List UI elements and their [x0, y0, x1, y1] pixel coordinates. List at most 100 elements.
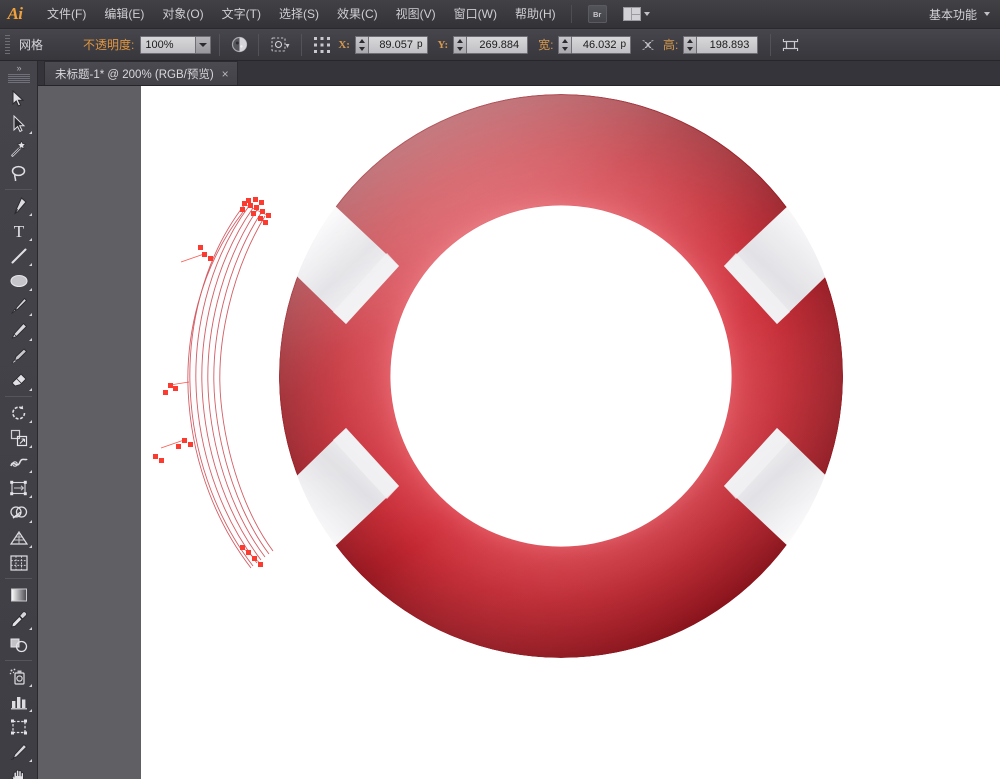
- y-value: 269.884: [479, 38, 520, 51]
- menu-item-edit[interactable]: 编辑(E): [95, 3, 153, 26]
- tools-panel-grip[interactable]: [7, 74, 30, 84]
- menu-item-help[interactable]: 帮助(H): [506, 3, 565, 26]
- tools-panel: » T: [0, 61, 38, 779]
- tool-flyout-indicator[interactable]: [28, 288, 32, 291]
- tool-flyout-indicator[interactable]: [28, 709, 32, 712]
- paintbrush-tool[interactable]: [4, 293, 34, 318]
- align-icon[interactable]: [779, 34, 801, 56]
- arrange-documents-button[interactable]: [622, 7, 650, 21]
- height-stepper[interactable]: [683, 35, 697, 54]
- chevron-down-icon: [643, 12, 650, 16]
- control-divider: [301, 33, 303, 56]
- x-stepper[interactable]: [354, 35, 368, 54]
- height-label: 高:: [663, 38, 679, 52]
- hand-tool[interactable]: [4, 764, 34, 779]
- width-warp-tool[interactable]: [4, 450, 34, 475]
- type-tool[interactable]: T: [4, 218, 34, 243]
- tool-flyout-indicator[interactable]: [28, 313, 32, 316]
- eyedropper-tool[interactable]: [4, 607, 34, 632]
- pencil-tool[interactable]: [4, 318, 34, 343]
- free-transform-tool[interactable]: [4, 475, 34, 500]
- y-label: Y:: [437, 38, 449, 51]
- selection-tool[interactable]: [4, 86, 34, 111]
- control-bar: 网格 不透明度: 100% X: 89.057 p Y: 269.884 宽: …: [0, 29, 1000, 61]
- lasso-tool[interactable]: [4, 161, 34, 186]
- opacity-label[interactable]: 不透明度:: [83, 36, 134, 53]
- column-graph-tool[interactable]: [4, 689, 34, 714]
- magic-wand-tool[interactable]: [4, 136, 34, 161]
- app-logo-icon: Ai: [7, 4, 23, 23]
- tool-flyout-indicator[interactable]: [28, 545, 32, 548]
- menu-item-select[interactable]: 选择(S): [270, 3, 328, 26]
- close-icon[interactable]: ×: [222, 68, 229, 80]
- recolor-artwork-icon[interactable]: [267, 34, 293, 56]
- control-bar-grip[interactable]: [4, 34, 11, 55]
- menu-items: 文件(F) 编辑(E) 对象(O) 文字(T) 选择(S) 效果(C) 视图(V…: [38, 3, 565, 26]
- selection-type-label: 网格: [19, 38, 44, 52]
- tool-flyout-indicator[interactable]: [28, 520, 32, 523]
- y-stepper[interactable]: [453, 35, 467, 54]
- tool-divider: [5, 396, 32, 397]
- arrange-documents-icon: [622, 7, 641, 21]
- tool-flyout-indicator[interactable]: [28, 627, 32, 630]
- menu-item-file[interactable]: 文件(F): [38, 3, 95, 26]
- opacity-swatch-icon[interactable]: [228, 34, 250, 56]
- canvas-area[interactable]: [38, 86, 1000, 779]
- tool-flyout-indicator[interactable]: [28, 495, 32, 498]
- tool-flyout-indicator[interactable]: [28, 684, 32, 687]
- workspace-switcher[interactable]: 基本功能: [929, 6, 1000, 23]
- height-input[interactable]: 198.893: [683, 35, 759, 54]
- tool-flyout-indicator[interactable]: [28, 420, 32, 423]
- opacity-dropdown-icon[interactable]: [195, 36, 211, 53]
- width-value: 46.032: [582, 38, 617, 51]
- scale-tool[interactable]: [4, 425, 34, 450]
- ellipse-tool[interactable]: [4, 268, 34, 293]
- rotate-tool[interactable]: [4, 400, 34, 425]
- x-input[interactable]: 89.057 p: [354, 35, 428, 54]
- menu-item-window[interactable]: 窗口(W): [445, 3, 506, 26]
- collapse-panel-icon[interactable]: »: [0, 61, 37, 74]
- tool-flyout-indicator[interactable]: [28, 131, 32, 134]
- x-unit: p: [416, 39, 423, 50]
- artboard-tool[interactable]: [4, 714, 34, 739]
- tool-flyout-indicator[interactable]: [28, 445, 32, 448]
- tool-flyout-indicator[interactable]: [28, 759, 32, 762]
- gradient-tool[interactable]: [4, 582, 34, 607]
- slice-tool[interactable]: [4, 739, 34, 764]
- tool-flyout-indicator[interactable]: [28, 470, 32, 473]
- life-ring-lifebuoy[interactable]: [141, 86, 1000, 779]
- tool-flyout-indicator[interactable]: [28, 263, 32, 266]
- menu-item-effect[interactable]: 效果(C): [328, 3, 387, 26]
- menu-item-view[interactable]: 视图(V): [387, 3, 445, 26]
- menu-item-object[interactable]: 对象(O): [153, 3, 212, 26]
- width-stepper[interactable]: [558, 35, 572, 54]
- shape-builder-tool[interactable]: [4, 500, 34, 525]
- y-input[interactable]: 269.884: [453, 35, 529, 54]
- blob-brush-tool[interactable]: [4, 343, 34, 368]
- eraser-tool[interactable]: [4, 368, 34, 393]
- tool-flyout-indicator[interactable]: [28, 213, 32, 216]
- transform-icon[interactable]: [310, 34, 334, 56]
- line-segment-tool[interactable]: [4, 243, 34, 268]
- control-divider: [770, 33, 772, 56]
- pen-tool[interactable]: [4, 193, 34, 218]
- chevron-down-icon: [984, 12, 990, 16]
- mesh-tool[interactable]: [4, 550, 34, 575]
- opacity-input[interactable]: 100%: [140, 35, 212, 54]
- tool-flyout-indicator[interactable]: [28, 338, 32, 341]
- document-tab-title: 未标题-1* @ 200% (RGB/预览): [55, 68, 214, 81]
- tool-flyout-indicator[interactable]: [28, 388, 32, 391]
- perspective-grid-tool[interactable]: [4, 525, 34, 550]
- blend-tool[interactable]: [4, 632, 34, 657]
- menu-divider: [570, 5, 572, 23]
- artboard[interactable]: [141, 86, 1000, 779]
- direct-selection-tool[interactable]: [4, 111, 34, 136]
- symbol-sprayer-tool[interactable]: [4, 664, 34, 689]
- link-proportions-icon[interactable]: [637, 34, 659, 56]
- tool-flyout-indicator[interactable]: [28, 238, 32, 241]
- svg-text:T: T: [13, 222, 24, 240]
- menu-item-type[interactable]: 文字(T): [213, 3, 270, 26]
- width-input[interactable]: 46.032 p: [558, 35, 632, 54]
- document-tab[interactable]: 未标题-1* @ 200% (RGB/预览) ×: [44, 61, 238, 85]
- bridge-icon[interactable]: Br: [587, 5, 607, 23]
